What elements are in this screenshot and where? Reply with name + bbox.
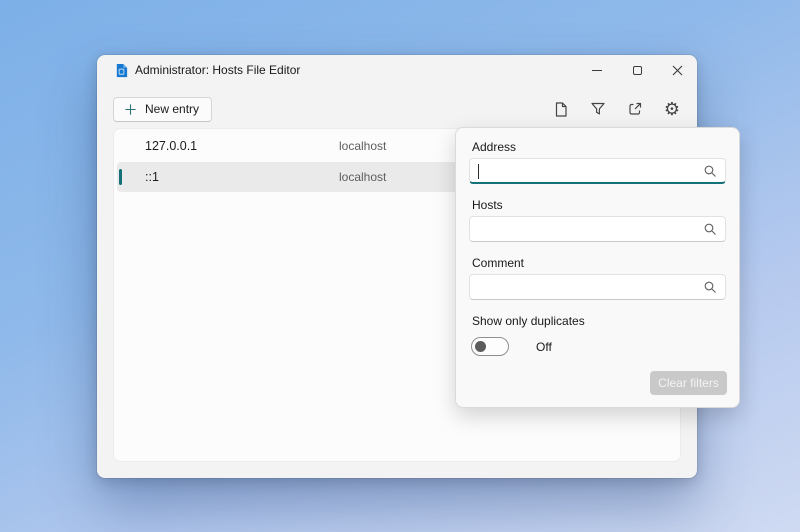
file-icon [553,101,569,118]
search-icon [703,222,717,236]
address-filter-box [469,158,726,184]
duplicates-toggle-row: Off [471,337,724,356]
filter-icon [590,101,606,117]
toggle-knob-icon [475,341,486,352]
minimize-button[interactable] [577,55,617,85]
filter-button[interactable] [589,100,607,118]
open-external-icon [627,101,643,117]
hosts-filter-label: Hosts [472,198,723,212]
window-controls [577,55,697,85]
close-button[interactable] [657,55,697,85]
host-address: 127.0.0.1 [145,139,197,153]
search-icon [703,280,717,294]
window-title: Administrator: Hosts File Editor [135,63,300,77]
maximize-icon [633,66,642,75]
settings-gear-icon: ⚙ [664,100,680,118]
toolbar-icons: ⚙ [552,100,681,118]
open-external-button[interactable] [626,100,644,118]
search-icon [703,164,717,178]
comment-filter-label: Comment [472,256,723,270]
duplicates-label: Show only duplicates [472,314,723,328]
toolbar: New entry ⚙ [113,96,681,122]
host-address: ::1 [145,170,159,184]
plus-icon [124,103,137,116]
new-entry-button[interactable]: New entry [113,97,212,122]
file-button[interactable] [552,100,570,118]
maximize-button[interactable] [617,55,657,85]
duplicates-toggle[interactable] [471,337,509,356]
titlebar: Administrator: Hosts File Editor [97,55,697,85]
minimize-icon [592,70,602,71]
text-caret [478,164,479,179]
clear-filters-button[interactable]: Clear filters [650,371,727,395]
close-icon [672,65,683,76]
filter-flyout: Address Hosts Comment Show only duplicat… [455,127,740,408]
comment-filter-input[interactable] [470,280,725,294]
settings-button[interactable]: ⚙ [663,100,681,118]
host-names: localhost [339,170,386,184]
comment-filter-box [469,274,726,300]
hosts-filter-input[interactable] [470,222,725,236]
address-filter-label: Address [472,140,723,154]
new-entry-label: New entry [145,102,199,116]
toggle-state-label: Off [536,340,552,354]
address-filter-input[interactable] [470,164,725,178]
app-logo-icon [114,63,129,78]
hosts-filter-box [469,216,726,242]
host-names: localhost [339,139,386,153]
